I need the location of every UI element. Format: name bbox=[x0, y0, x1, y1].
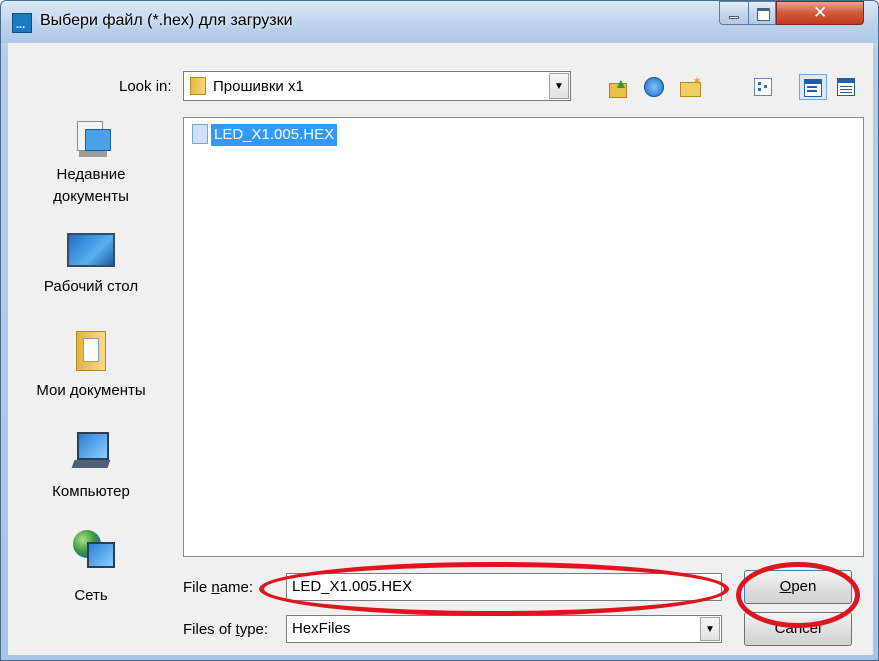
file-icon bbox=[192, 124, 208, 144]
new-folder-button[interactable]: ✶ bbox=[678, 74, 704, 100]
folder-icon bbox=[190, 77, 206, 95]
minimize-button[interactable] bbox=[719, 1, 749, 25]
place-desktop[interactable]: Рабочий стол bbox=[11, 228, 171, 308]
title-bar[interactable]: ... Выбери файл (*.hex) для загрузки ✕ bbox=[1, 1, 878, 43]
back-icon bbox=[644, 77, 664, 97]
maximize-button[interactable] bbox=[748, 1, 776, 25]
look-in-label: Look in: bbox=[119, 78, 172, 95]
up-folder-button[interactable]: ▲ bbox=[606, 74, 632, 100]
minimize-icon bbox=[729, 16, 739, 19]
recent-documents-icon bbox=[73, 119, 111, 159]
my-documents-icon bbox=[76, 331, 106, 371]
maximize-icon bbox=[757, 8, 770, 21]
thumbnail-view-button[interactable] bbox=[834, 74, 860, 100]
place-computer[interactable]: Компьютер bbox=[11, 428, 171, 513]
file-name-label: File name: bbox=[183, 579, 254, 596]
app-icon: ... bbox=[12, 13, 32, 33]
list-view-button[interactable] bbox=[751, 74, 777, 100]
places-bar: Недавние документы Рабочий стол Мои доку… bbox=[11, 113, 171, 618]
open-file-dialog: ... Выбери файл (*.hex) для загрузки ✕ L… bbox=[0, 0, 879, 661]
close-button[interactable]: ✕ bbox=[776, 1, 864, 25]
thumbnail-view-icon bbox=[837, 78, 855, 96]
files-of-type-dropdown-button[interactable]: ▼ bbox=[700, 617, 720, 641]
place-network[interactable]: Сеть bbox=[11, 523, 171, 613]
look-in-dropdown[interactable]: Прошивки x1 ▼ bbox=[183, 71, 571, 101]
network-icon bbox=[69, 528, 115, 570]
annotation-ring-open bbox=[736, 562, 860, 628]
look-in-dropdown-button[interactable]: ▼ bbox=[549, 73, 569, 99]
desktop-icon bbox=[67, 233, 115, 267]
back-button[interactable] bbox=[641, 74, 667, 100]
place-recent-documents[interactable]: Недавние документы bbox=[11, 113, 171, 218]
details-view-icon bbox=[804, 79, 822, 97]
chevron-down-icon: ▼ bbox=[554, 81, 564, 92]
files-of-type-dropdown[interactable]: HexFiles ▼ bbox=[286, 615, 722, 643]
list-view-icon bbox=[754, 78, 772, 96]
look-in-value: Прошивки x1 bbox=[213, 78, 304, 95]
file-list[interactable]: LED_X1.005.HEX bbox=[183, 117, 864, 557]
annotation-ring-filename bbox=[259, 562, 729, 616]
details-view-button[interactable] bbox=[799, 74, 827, 100]
place-my-documents[interactable]: Мои документы bbox=[11, 328, 171, 413]
chevron-down-icon: ▼ bbox=[705, 624, 715, 635]
close-icon: ✕ bbox=[813, 3, 828, 23]
computer-icon bbox=[71, 432, 111, 470]
file-name: LED_X1.005.HEX bbox=[211, 124, 338, 146]
window-title: Выбери файл (*.hex) для загрузки bbox=[40, 12, 293, 29]
files-of-type-label: Files of type: bbox=[183, 621, 269, 638]
